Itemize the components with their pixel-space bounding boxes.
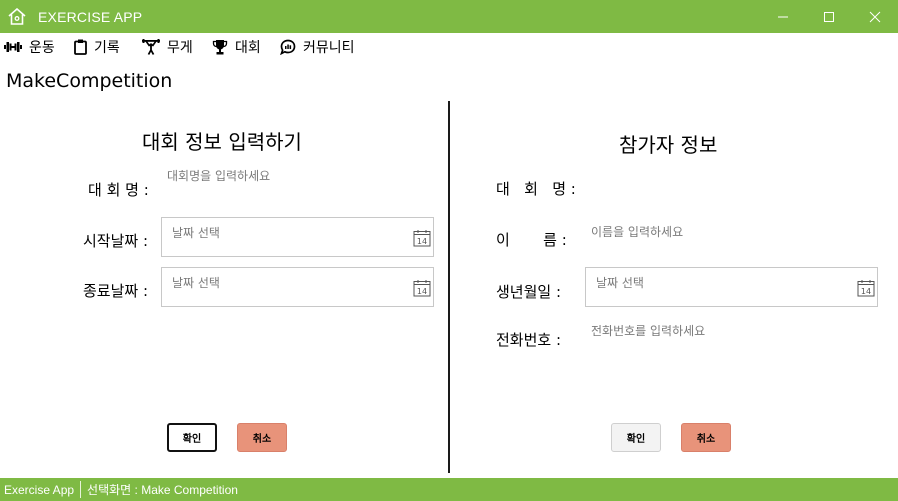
- start-date-label: 시작날짜 :: [83, 232, 149, 250]
- maximize-icon: [824, 12, 834, 22]
- phone-label: 전화번호 :: [496, 331, 562, 349]
- menu-label-community: 커뮤니티: [303, 40, 355, 56]
- close-button[interactable]: [852, 0, 898, 33]
- end-date-picker[interactable]: 날짜 선택 14: [161, 267, 434, 307]
- participant-competition-label: 대 회 명 :: [496, 180, 576, 198]
- end-date-placeholder: 날짜 선택: [172, 276, 220, 290]
- weightlifter-icon: [142, 39, 160, 55]
- competition-confirm-button[interactable]: 확인: [167, 423, 217, 452]
- menu-label-exercise: 운동: [29, 40, 55, 56]
- start-date-picker[interactable]: 날짜 선택 14: [161, 217, 434, 257]
- calendar-day-text: 14: [417, 287, 427, 296]
- trophy-icon: [212, 40, 228, 55]
- status-screen: 선택화면 : Make Competition: [87, 483, 238, 497]
- menu-bar: 운동 기록 무게 대회 커뮤니티: [0, 33, 898, 60]
- clipboard-icon: [74, 39, 87, 55]
- close-icon: [869, 11, 881, 23]
- menu-label-weight: 무게: [167, 40, 193, 56]
- dumbbell-icon: [4, 42, 22, 52]
- title-bar: EXERCISE APP: [0, 0, 898, 33]
- status-bar: Exercise App 선택화면 : Make Competition: [0, 478, 898, 501]
- participant-cancel-button[interactable]: 취소: [681, 423, 731, 452]
- competition-name-input[interactable]: 대회명을 입력하세요: [167, 167, 270, 184]
- menu-label-competition: 대회: [235, 40, 261, 56]
- birthdate-label: 생년월일 :: [496, 283, 562, 301]
- competition-cancel-button[interactable]: 취소: [237, 423, 287, 452]
- calendar-icon[interactable]: 14: [413, 279, 431, 301]
- birthdate-placeholder: 날짜 선택: [596, 276, 644, 290]
- calendar-day-text: 14: [417, 237, 427, 246]
- participant-confirm-button[interactable]: 확인: [611, 423, 661, 452]
- panel-divider: [448, 101, 450, 473]
- menu-item-exercise[interactable]: 운동: [4, 36, 55, 58]
- birthdate-picker[interactable]: 날짜 선택 14: [585, 267, 878, 307]
- menu-item-record[interactable]: 기록: [74, 36, 120, 58]
- menu-label-record: 기록: [94, 40, 120, 56]
- minimize-icon: [778, 16, 788, 18]
- competition-heading: 대회 정보 입력하기: [142, 130, 302, 154]
- home-icon[interactable]: [8, 7, 26, 25]
- chat-icon: [280, 39, 296, 55]
- calendar-day-text: 14: [861, 287, 871, 296]
- phone-input[interactable]: 전화번호를 입력하세요: [591, 322, 705, 339]
- calendar-icon[interactable]: 14: [857, 279, 875, 301]
- window-title: EXERCISE APP: [38, 9, 143, 25]
- menu-item-weight[interactable]: 무게: [142, 36, 193, 58]
- participant-heading: 참가자 정보: [619, 133, 718, 157]
- participant-name-input[interactable]: 이름을 입력하세요: [591, 223, 683, 240]
- end-date-label: 종료날짜 :: [83, 282, 149, 300]
- calendar-icon[interactable]: 14: [413, 229, 431, 251]
- participant-name-label: 이 름 :: [496, 231, 567, 249]
- menu-item-community[interactable]: 커뮤니티: [280, 36, 355, 58]
- minimize-button[interactable]: [760, 0, 806, 33]
- status-app-name: Exercise App: [4, 482, 75, 497]
- start-date-placeholder: 날짜 선택: [172, 226, 220, 240]
- page-title: MakeCompetition: [6, 70, 173, 92]
- status-separator: [80, 481, 82, 498]
- menu-item-competition[interactable]: 대회: [212, 36, 261, 58]
- competition-name-label: 대 회 명 :: [88, 181, 149, 199]
- maximize-button[interactable]: [806, 0, 852, 33]
